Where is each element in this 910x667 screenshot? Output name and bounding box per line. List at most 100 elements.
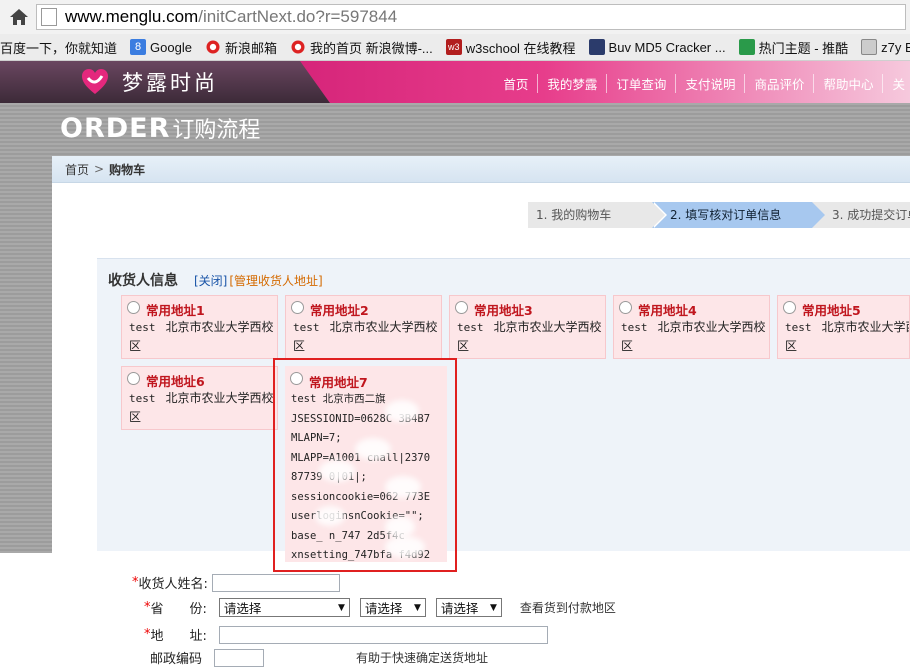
recipient-name-input[interactable] [212, 574, 340, 592]
bookmark-md5[interactable]: Buv MD5 Cracker ... [589, 39, 726, 55]
close-link[interactable]: [关闭] [194, 272, 227, 289]
dropdown-arrow-icon: ▼ [338, 603, 345, 613]
province-select[interactable]: 请选择 ▼ [219, 598, 350, 617]
dropdown-arrow-icon: ▼ [414, 603, 421, 613]
url-host: www.menglu.com [65, 7, 198, 27]
blog-icon [861, 39, 877, 55]
address-radio[interactable] [619, 301, 632, 314]
bookmark-blog[interactable]: z7y Blog [861, 39, 910, 55]
address-line: 区 [457, 339, 469, 353]
address-recipient: test [293, 321, 320, 334]
postal-hint: 有助于快速确定送货地址 [356, 649, 488, 666]
address-card-6[interactable]: 常用地址6 test北京市农业大学西校区 [121, 366, 278, 430]
nav-my-menglu[interactable]: 我的梦露 [537, 74, 606, 93]
postal-input[interactable] [214, 649, 264, 667]
top-nav: 首页 我的梦露 订单查询 支付说明 商品评价 帮助中心 关 [494, 74, 910, 93]
address-line: 北京市农业大学西校 [822, 320, 910, 334]
tuicool-icon [739, 39, 755, 55]
breadcrumb-home[interactable]: 首页 [65, 161, 89, 178]
nav-order-query[interactable]: 订单查询 [606, 74, 675, 93]
logo-text: 梦露时尚 [122, 67, 218, 97]
nav-reviews[interactable]: 商品评价 [744, 74, 813, 93]
address-recipient: test [621, 321, 648, 334]
bookmark-sina-mail[interactable]: 新浪邮箱 [205, 38, 277, 57]
nav-about[interactable]: 关 [882, 74, 910, 93]
bookmark-baidu[interactable]: 百度一下，你就知道 [0, 38, 117, 57]
address-input[interactable] [219, 626, 548, 644]
bookmark-weibo[interactable]: 我的首页 新浪微博-... [290, 38, 433, 57]
address-card-2[interactable]: 常用地址2 test 北京市农业大学西校区 [285, 295, 442, 359]
address-name: 常用地址6 [146, 371, 205, 390]
address-name: 常用地址1 [146, 300, 205, 319]
select-value: 请选择 [224, 598, 262, 617]
breadcrumb: 首页 > 购物车 [52, 156, 910, 183]
site-logo[interactable]: 梦露时尚 [80, 67, 218, 97]
bookmark-label: Google [150, 40, 192, 55]
address-name: 常用地址4 [638, 300, 697, 319]
bookmark-label: w3school 在线教程 [466, 38, 576, 57]
name-label: 收货人姓名: [139, 573, 208, 592]
address-card-3[interactable]: 常用地址3 test北京市农业大学西校区 [449, 295, 606, 359]
address-card-1[interactable]: 常用地址1 test 北京市农业大学西校区 [121, 295, 278, 359]
nav-help[interactable]: 帮助中心 [813, 74, 882, 93]
bookmark-label: 新浪邮箱 [225, 38, 277, 57]
address-line: 区 [293, 339, 305, 353]
bookmark-label: 百度一下，你就知道 [0, 38, 117, 57]
postal-row: 邮政编码 有助于快速确定送货地址 [150, 648, 488, 667]
address-radio[interactable] [291, 301, 304, 314]
manage-address-link[interactable]: [管理收货人地址] [229, 272, 322, 289]
bookmark-label: z7y Blog [881, 40, 910, 55]
bookmark-google[interactable]: 8Google [130, 39, 192, 55]
cod-area-link[interactable]: 查看货到付款地区 [520, 599, 616, 616]
address-recipient: test [457, 321, 484, 334]
page-icon [41, 8, 57, 26]
address-line: 区 [621, 339, 633, 353]
address-name: 常用地址5 [802, 300, 861, 319]
browser-address-bar: www.menglu.com/initCartNext.do?r=597844 [0, 0, 910, 35]
province-label: 省 份: [151, 598, 207, 617]
province-row: * 省 份: 请选择▼ 请选择▼ 请选择▼ 查看货到付款地区 [144, 598, 616, 617]
address-name: 常用地址3 [474, 300, 533, 319]
bookmark-label: 我的首页 新浪微博-... [310, 38, 433, 57]
bookmarks-bar: 百度一下，你就知道 8Google 新浪邮箱 我的首页 新浪微博-... w3w… [0, 34, 910, 61]
address-line: 区 [785, 339, 797, 353]
step-submit: 3. 成功提交订单 [812, 202, 910, 228]
step-fill-info: 2. 填写核对订单信息 [652, 202, 812, 228]
address-radio[interactable] [127, 301, 140, 314]
highlight-box [273, 358, 457, 572]
breadcrumb-current: 购物车 [109, 161, 145, 178]
address-recipient: test [785, 321, 812, 334]
nav-home[interactable]: 首页 [494, 74, 537, 93]
url-input[interactable]: www.menglu.com/initCartNext.do?r=597844 [36, 4, 906, 30]
city-select[interactable]: 请选择▼ [360, 598, 426, 617]
address-radio[interactable] [127, 372, 140, 385]
address-recipient: test [129, 321, 156, 334]
step-label: 2. 填写核对订单信息 [670, 208, 781, 222]
bookmark-w3school[interactable]: w3w3school 在线教程 [446, 38, 576, 57]
address-line: 北京市农业大学西校 [330, 320, 438, 334]
address-line: 区 [129, 339, 141, 353]
home-icon[interactable] [8, 7, 30, 27]
address-radio[interactable] [455, 301, 468, 314]
bookmark-tuicool[interactable]: 热门主题 - 推酷 [739, 38, 849, 57]
address-line: 区 [129, 410, 141, 424]
step-label: 1. 我的购物车 [536, 208, 611, 222]
receiver-header: 收货人信息 [关闭] [管理收货人地址] [108, 270, 323, 290]
address-line: 北京市农业大学西校 [658, 320, 766, 334]
address-name: 常用地址2 [310, 300, 369, 319]
nav-payment[interactable]: 支付说明 [675, 74, 744, 93]
bookmark-label: Buv MD5 Cracker ... [609, 40, 726, 55]
address-radio[interactable] [783, 301, 796, 314]
address-recipient: test [129, 392, 156, 405]
step-label: 3. 成功提交订单 [832, 208, 910, 222]
name-row: * 收货人姓名: [132, 573, 340, 592]
address-line: 北京市农业大学西校 [166, 320, 274, 334]
address-card-5[interactable]: 常用地址5 test 北京市农业大学西校区 [777, 295, 910, 359]
address-card-4[interactable]: 常用地址4 test 北京市农业大学西校区 [613, 295, 770, 359]
site-header: 梦露时尚 首页 我的梦露 订单查询 支付说明 商品评价 帮助中心 关 [0, 61, 910, 103]
district-select[interactable]: 请选择▼ [436, 598, 502, 617]
address-label: 地 址: [151, 625, 207, 644]
postal-label: 邮政编码 [150, 648, 202, 667]
breadcrumb-separator: > [94, 162, 104, 176]
dropdown-arrow-icon: ▼ [490, 603, 497, 613]
